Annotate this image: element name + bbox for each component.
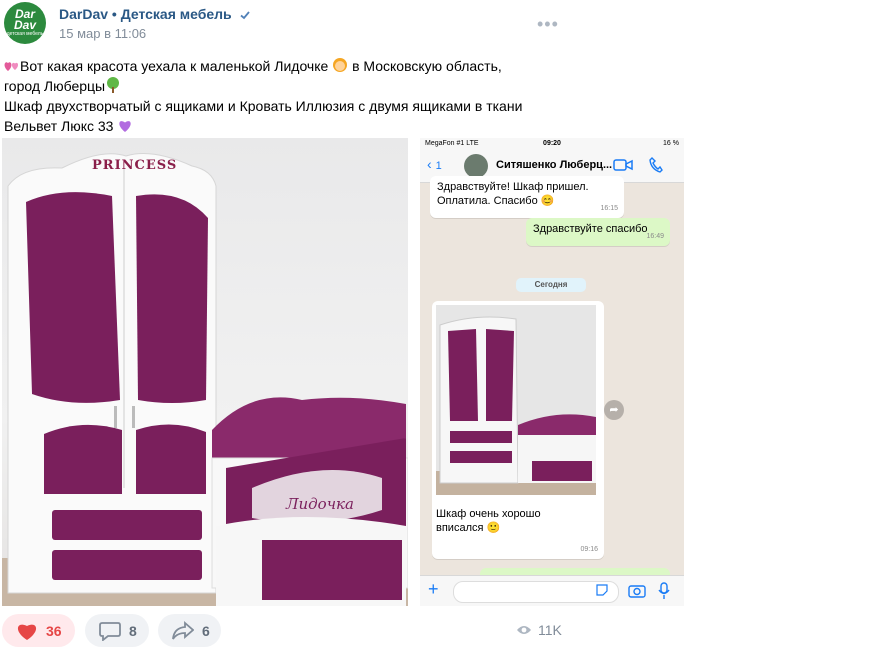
- phone-time: 09:20: [543, 140, 561, 147]
- chat-input-bar: +: [420, 575, 684, 606]
- phone-icon: [649, 157, 663, 173]
- purple-heart-icon: [119, 121, 132, 132]
- hearts-emoji-icon: [4, 62, 19, 71]
- avatar-subtitle: детская мебель: [6, 31, 44, 37]
- mic-icon: [658, 582, 670, 599]
- chat-message-1-time: 16:15: [600, 205, 618, 212]
- post-text: Вот какая красота уехала к маленькой Лид…: [4, 56, 564, 136]
- video-call-icon: [613, 159, 633, 171]
- wardrobe-bed-photo: [2, 153, 408, 606]
- chat-message-2: Здравствуйте спасибо 16:49: [526, 218, 670, 246]
- avatar-text-bottom: Dav: [13, 18, 36, 32]
- comment-icon: [99, 621, 121, 641]
- phone-status-bar: MegaFon #1 LTE 09:20 16 %: [420, 138, 684, 150]
- post-text-line1: Вот какая красота уехала к маленькой Лид…: [20, 58, 333, 74]
- post-text-line1b: в Московскую область,: [348, 58, 502, 74]
- back-count: 1: [435, 160, 442, 172]
- bed-name-label: Лидочка: [286, 495, 354, 513]
- comment-count: 8: [129, 622, 137, 639]
- post-date[interactable]: 15 мар в 11:06: [59, 26, 146, 41]
- forward-icon: ➦: [604, 400, 624, 420]
- like-button[interactable]: 36: [2, 614, 75, 647]
- comment-button[interactable]: 8: [85, 614, 149, 647]
- plus-icon: +: [428, 579, 439, 599]
- camera-icon: [628, 585, 646, 598]
- heart-icon: [17, 624, 37, 640]
- back-button: ‹ 1: [427, 156, 442, 172]
- post-text-line4: Вельвет Люкс 33: [4, 118, 118, 134]
- like-count: 36: [46, 622, 62, 639]
- share-count: 6: [202, 622, 210, 639]
- post-text-line3: Шкаф двухстворчатый с ящиками и Кровать …: [4, 98, 523, 114]
- princess-label: PRINCESS: [92, 158, 178, 173]
- chat-message-1-text: Здравствуйте! Шкаф пришел. Оплатила. Спа…: [437, 181, 589, 207]
- author-link[interactable]: DarDav • Детская мебель: [59, 6, 251, 22]
- share-icon: [172, 620, 194, 640]
- chat-message-1: Здравствуйте! Шкаф пришел. Оплатила. Спа…: [430, 176, 624, 218]
- tree-emoji-icon: [107, 77, 120, 93]
- more-icon[interactable]: •••: [537, 14, 559, 35]
- post-photo-2[interactable]: MegaFon #1 LTE 09:20 16 % ‹ 1 Ситяшенко …: [420, 138, 684, 606]
- day-separator: Сегодня: [516, 278, 586, 292]
- views-counter: 11K: [516, 622, 562, 638]
- post-photo-1[interactable]: PRINCESS Лидочка: [2, 138, 408, 606]
- contact-name: Ситяшенко Люберц...: [496, 159, 613, 171]
- chat-message-2-time: 16:49: [646, 233, 664, 240]
- author-name: DarDav • Детская мебель: [59, 6, 232, 22]
- views-count: 11K: [538, 622, 562, 638]
- chat-image-message: Шкаф очень хорошо вписался 🙂 09:16: [432, 301, 604, 559]
- chat-message-3-text: Шкаф очень хорошо вписался: [436, 508, 541, 534]
- eye-icon: [517, 626, 531, 634]
- chat-message-3-time: 09:16: [580, 546, 598, 553]
- battery-text: 16 %: [663, 140, 679, 147]
- community-avatar[interactable]: Dar Dav детская мебель: [4, 2, 46, 44]
- verified-icon: [239, 11, 250, 20]
- share-button[interactable]: 6: [158, 614, 221, 647]
- chat-photo-thumbnail: [436, 305, 596, 495]
- girl-emoji-icon: [333, 58, 348, 72]
- post-text-line2: город Люберцы: [4, 78, 106, 94]
- sticker-icon: [596, 584, 608, 596]
- chat-message-2-text: Здравствуйте спасибо: [533, 223, 648, 235]
- contact-avatar: [464, 154, 488, 178]
- chat-input-field: [453, 581, 619, 603]
